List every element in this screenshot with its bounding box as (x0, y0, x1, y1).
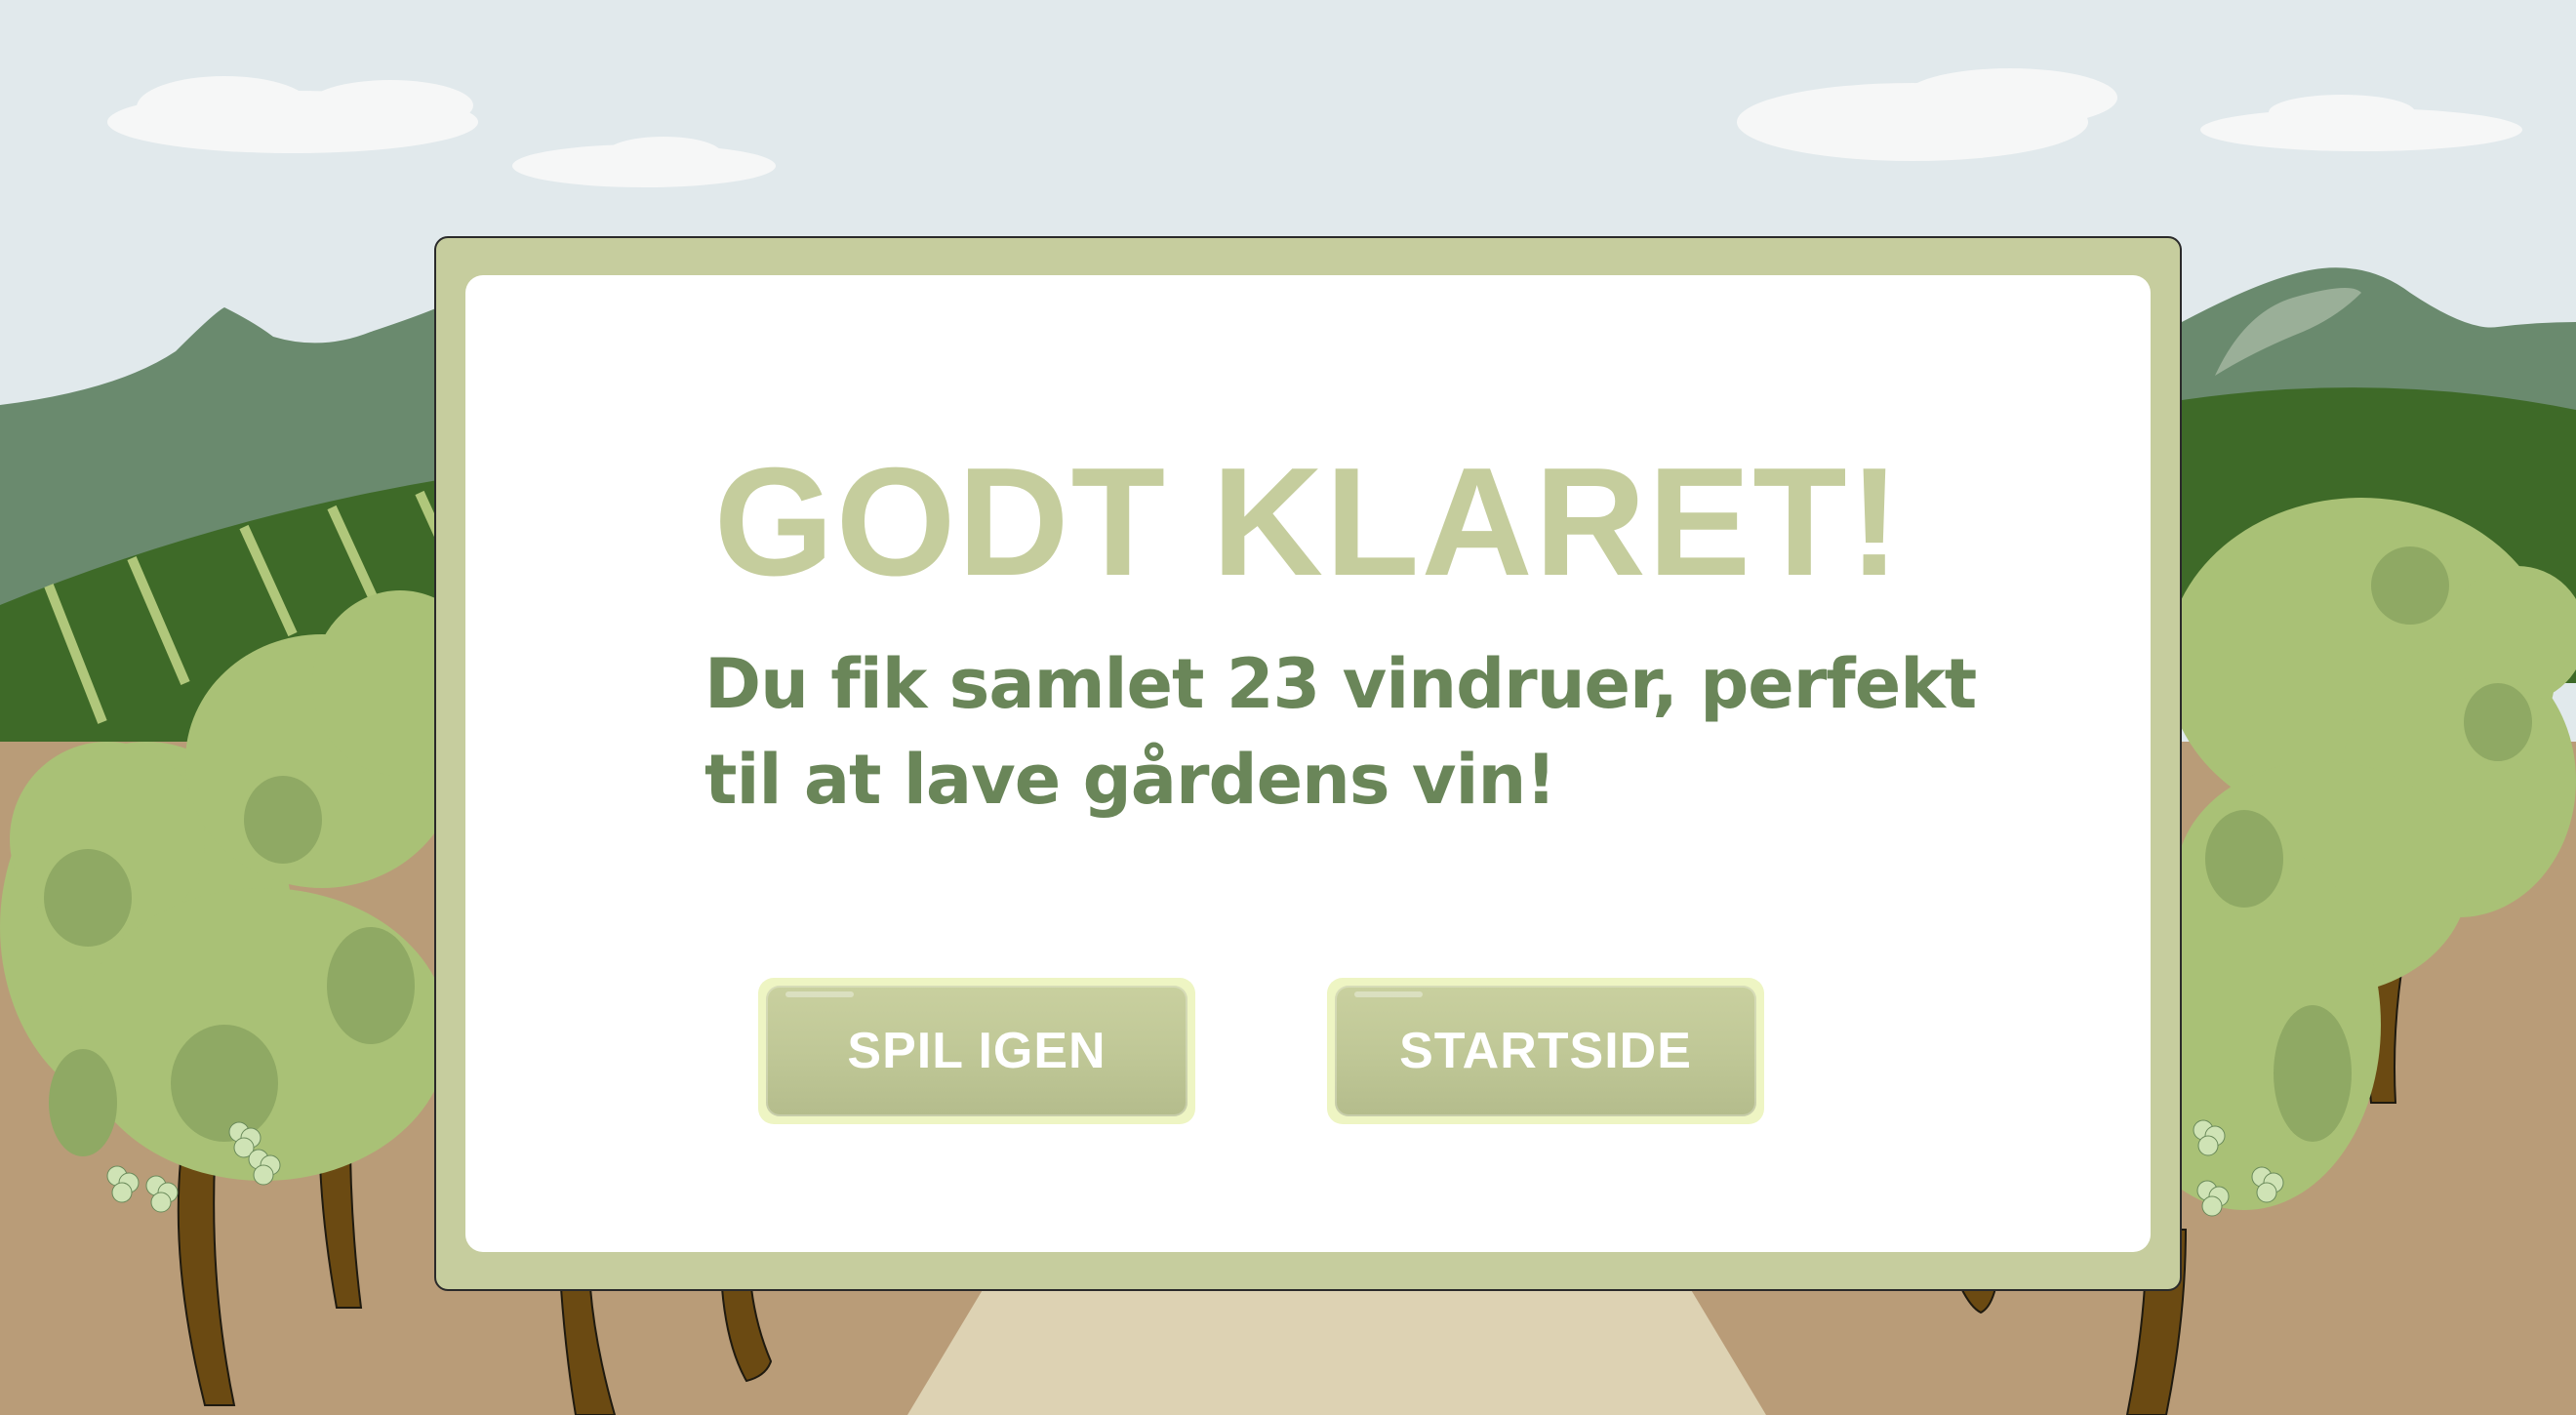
result-dialog: GODT KLARET! Du fik samlet 23 vindruer, … (434, 236, 2182, 1291)
play-again-button[interactable]: SPIL IGEN (758, 978, 1195, 1124)
home-label: STARTSIDE (1399, 1023, 1692, 1079)
home-button[interactable]: STARTSIDE (1327, 978, 1764, 1124)
result-title: GODT KLARET! (713, 436, 1903, 608)
result-message: Du fik samlet 23 vindruer, perfekt til a… (704, 644, 1977, 820)
home-button-face[interactable]: STARTSIDE (1335, 986, 1756, 1116)
play-again-label: SPIL IGEN (847, 1023, 1107, 1079)
result-dialog-panel: GODT KLARET! Du fik samlet 23 vindruer, … (465, 275, 2151, 1252)
play-again-button-face[interactable]: SPIL IGEN (766, 986, 1187, 1116)
